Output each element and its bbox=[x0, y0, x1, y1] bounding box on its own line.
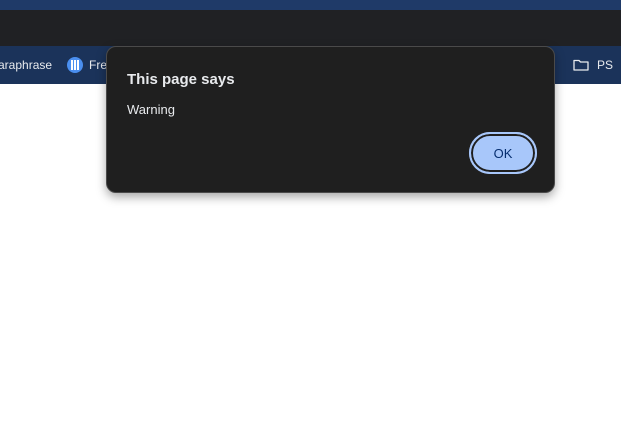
window-top-strip bbox=[0, 0, 621, 10]
bookmark-folder-ps[interactable]: PS bbox=[573, 46, 613, 84]
blue-circle-icon bbox=[67, 57, 83, 73]
bookmark-label: PS bbox=[597, 58, 614, 72]
ok-button[interactable]: OK bbox=[469, 132, 537, 174]
dialog-message: Warning bbox=[127, 102, 175, 117]
bookmark-fre[interactable]: Fre bbox=[67, 46, 107, 84]
bookmark-paraphrase[interactable]: araphrase bbox=[0, 46, 52, 84]
dialog-title: This page says bbox=[127, 71, 235, 88]
bookmark-label: Fre bbox=[89, 58, 107, 72]
bookmark-label: araphrase bbox=[0, 58, 53, 72]
tab-strip bbox=[0, 10, 621, 46]
alert-dialog: This page says Warning OK bbox=[106, 46, 555, 193]
folder-icon bbox=[573, 59, 589, 71]
